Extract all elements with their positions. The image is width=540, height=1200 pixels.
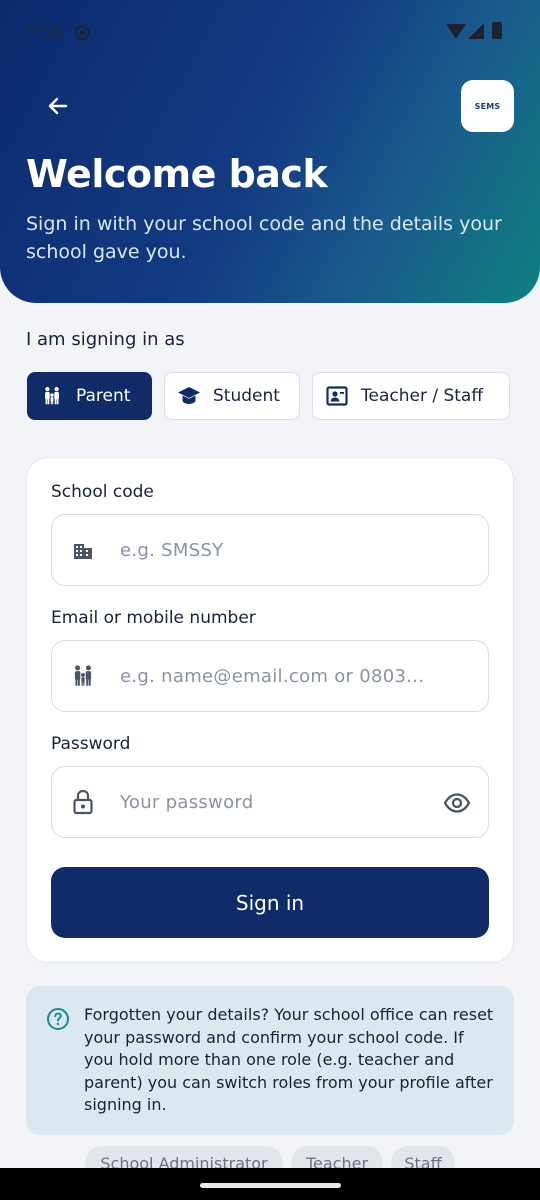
identifier-placeholder: e.g. name@email.com or 0803... (120, 665, 425, 687)
password-placeholder: Your password (120, 791, 254, 813)
family-icon (70, 663, 96, 689)
identifier-input[interactable]: e.g. name@email.com or 0803... (51, 640, 489, 712)
wifi-icon (446, 24, 466, 39)
help-circle-icon (47, 1008, 69, 1030)
sign-in-button[interactable]: Sign in (51, 867, 489, 938)
password-input[interactable]: Your password (51, 766, 489, 838)
role-selector-label: I am signing in as (26, 329, 185, 350)
page-subtitle: Sign in with your school code and the de… (26, 213, 502, 263)
role-parent-button[interactable]: Parent (27, 372, 152, 420)
school-code-placeholder: e.g. SMSSY (120, 539, 224, 561)
battery-icon (492, 22, 502, 39)
school-code-label: School code (51, 482, 154, 502)
signal-icon (468, 23, 484, 39)
school-code-input[interactable]: e.g. SMSSY (51, 514, 489, 586)
role-student-label: Student (213, 386, 280, 406)
lock-icon (70, 789, 96, 815)
password-label: Password (51, 734, 131, 754)
sync-status-icon (75, 25, 90, 40)
role-teacher-staff-button[interactable]: Teacher / Staff (312, 372, 510, 420)
role-teacher-staff-label: Teacher / Staff (361, 386, 484, 406)
family-icon (40, 384, 64, 408)
home-gesture-handle[interactable] (200, 1183, 341, 1188)
school-logo: SEMS (461, 80, 514, 132)
role-parent-label: Parent (76, 386, 131, 406)
back-button[interactable] (38, 86, 78, 126)
teacher-badge-icon (325, 384, 349, 408)
help-info-box: Forgotten your details? Your school offi… (26, 986, 514, 1135)
status-time: 3:58 (24, 22, 63, 42)
role-student-button[interactable]: Student (164, 372, 300, 420)
arrow-left-icon (48, 97, 68, 115)
eye-icon[interactable] (442, 789, 472, 817)
help-text: Forgotten your details? Your school offi… (84, 1005, 494, 1114)
page-title: Welcome back (26, 152, 328, 196)
logo-text: SEMS (474, 101, 501, 111)
graduation-cap-icon (177, 384, 201, 408)
building-icon (70, 537, 96, 563)
status-bar: 3:58 (0, 0, 540, 64)
identifier-label: Email or mobile number (51, 608, 256, 628)
